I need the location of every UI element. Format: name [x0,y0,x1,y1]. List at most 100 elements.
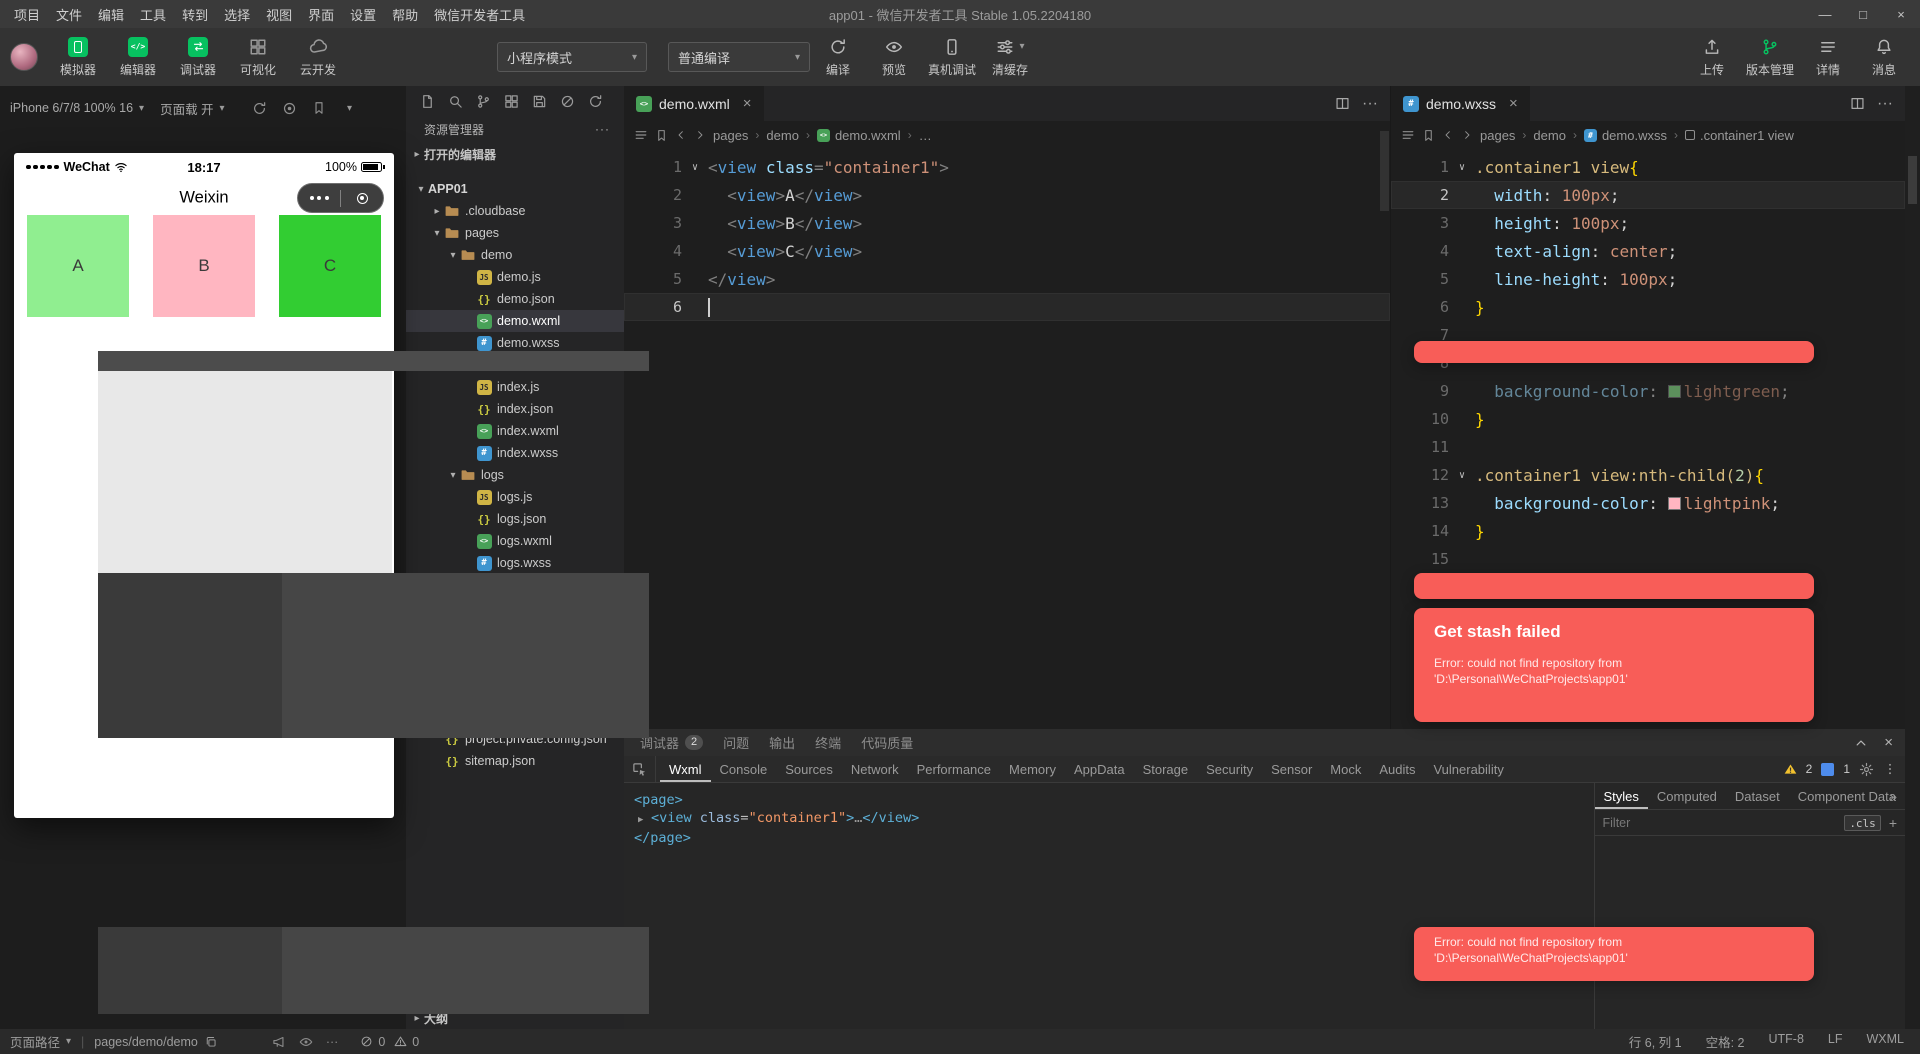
devtools-tab-security[interactable]: Security [1197,756,1262,782]
split-editor-icon[interactable] [1850,96,1865,111]
chevron-down-icon[interactable]: ▾ [446,470,460,481]
toolbar-button-版本管理[interactable]: 版本管理 [1742,31,1798,83]
toolbar-button-编辑器[interactable]: </> 编辑器 [112,31,164,83]
breadcrumb-item-0[interactable]: pages [713,128,748,143]
back-arrow-icon[interactable] [675,129,687,141]
code-line-3[interactable]: 3 height: 100px; [1391,209,1905,237]
scrollbar[interactable] [1380,131,1389,211]
indent-indicator[interactable]: 空格: 2 [1706,1032,1745,1051]
panel-tab-1[interactable]: 问题 [723,733,749,752]
toast-notification-collapsed[interactable] [1414,341,1814,363]
capsule-menu[interactable] [297,183,384,213]
forward-arrow-icon[interactable] [694,129,706,141]
code-line-4[interactable]: 4 <view>C</view> [624,237,1390,265]
disable-icon[interactable] [560,94,575,109]
filter-input[interactable] [1602,815,1743,830]
code-line-2[interactable]: 2 width: 100px; [1391,181,1905,209]
forward-arrow-icon[interactable] [1461,129,1473,141]
tree-item-index.wxml[interactable]: <> index.wxml [406,420,624,442]
menu-item-7[interactable]: 界面 [300,5,342,24]
problems-indicator[interactable]: 0 0 [360,1035,419,1049]
toolbar-button-真机调试[interactable]: 真机调试 [924,31,980,83]
breadcrumb-item-2[interactable]: <> demo.wxml [816,128,901,143]
devtools-tab-console[interactable]: Console [711,756,777,782]
devtools-tab-sources[interactable]: Sources [776,756,842,782]
mode-select[interactable]: 小程序模式 ▾ [497,42,647,72]
devtools-tab-appdata[interactable]: AppData [1065,756,1134,782]
menu-item-9[interactable]: 帮助 [384,5,426,24]
code-line-11[interactable]: 11 [1391,433,1905,461]
devtools-tab-mock[interactable]: Mock [1321,756,1370,782]
extensions-icon[interactable] [504,94,519,109]
tree-item-index.js[interactable]: JS index.js [406,376,624,398]
devtools-tab-network[interactable]: Network [842,756,908,782]
menu-item-6[interactable]: 视图 [258,5,300,24]
tree-item-demo[interactable]: ▾ demo [406,244,624,266]
tree-item-pages[interactable]: ▾ pages [406,222,624,244]
refresh-icon[interactable] [588,94,603,109]
toolbar-button-编译[interactable]: 编译 [812,31,864,83]
panel-tab-4[interactable]: 代码质量 [861,733,913,752]
fold-icon[interactable]: ∨ [1449,162,1475,173]
menu-item-0[interactable]: 项目 [6,5,48,24]
home-icon[interactable] [341,192,383,204]
add-style-icon[interactable]: + [1889,815,1897,831]
refresh-icon[interactable] [252,101,267,116]
feedback-icon[interactable] [272,1035,286,1049]
styles-tab-component-data[interactable]: Component Data [1789,783,1905,809]
chevron-up-icon[interactable] [1854,736,1868,750]
toolbar-button-调试器[interactable]: 调试器 [172,31,224,83]
chevron-right-icon[interactable]: ▸ [430,206,444,217]
panel-tab-0[interactable]: 调试器 2 [640,733,704,752]
code-line-1[interactable]: 1 ∨ <view class="container1"> [624,153,1390,181]
scrollbar-thumb[interactable] [1908,156,1917,204]
devtools-tab-wxml[interactable]: Wxml [660,756,711,782]
toast-notification[interactable]: Get stash failed Error: could not find r… [1414,608,1814,722]
more-icon[interactable]: ··· [1362,95,1378,113]
tree-item-demo.js[interactable]: JS demo.js [406,266,624,288]
fold-icon[interactable]: ∨ [682,162,708,173]
menu-item-3[interactable]: 工具 [132,5,174,24]
code-line-3[interactable]: 3 <view>B</view> [624,209,1390,237]
overflow-chevron-icon[interactable]: » [1890,789,1897,804]
toast-notification-partial[interactable]: Error: could not find repository from 'D… [1414,927,1814,981]
code-line-9[interactable]: 9 background-color: lightgreen; [1391,377,1905,405]
tree-item-demo.json[interactable]: {} demo.json [406,288,624,310]
tree-item-logs[interactable]: ▾ logs [406,464,624,486]
code-line-12[interactable]: 12 ∨ .container1 view:nth-child(2){ [1391,461,1905,489]
close-icon[interactable]: × [743,95,752,112]
breadcrumb-item-3[interactable]: … [919,128,932,143]
fold-icon[interactable]: ∨ [1449,470,1475,481]
code-line-6[interactable]: 6 } [1391,293,1905,321]
more-icon[interactable] [298,196,340,200]
breadcrumb-item-1[interactable]: demo [1533,128,1566,143]
files-icon[interactable] [420,94,435,109]
wxml-tree-node-1[interactable]: ▶ <view class="container1">…</view> [634,809,1594,829]
breadcrumb-item-0[interactable]: pages [1480,128,1515,143]
minimize-button[interactable]: — [1806,0,1844,28]
info-badge-icon[interactable] [1821,762,1835,776]
code-line-1[interactable]: 1 ∨ .container1 view{ [1391,153,1905,181]
code-line-2[interactable]: 2 <view>A</view> [624,181,1390,209]
save-all-icon[interactable] [532,94,547,109]
panel-tab-2[interactable]: 输出 [769,733,795,752]
breadcrumb-item-2[interactable]: # demo.wxss [1583,128,1667,143]
cls-button[interactable]: .cls [1844,814,1881,831]
toolbar-button-可视化[interactable]: 可视化 [232,31,284,83]
code-line-10[interactable]: 10 } [1391,405,1905,433]
code-line-6[interactable]: 6 [624,293,1390,321]
styles-tab-computed[interactable]: Computed [1648,783,1726,809]
tree-item-logs.wxss[interactable]: # logs.wxss [406,552,624,574]
cursor-position[interactable]: 行 6, 列 1 [1629,1032,1682,1051]
toast-notification-collapsed[interactable] [1414,573,1814,599]
page-reload-toggle[interactable]: 页面载 开 ▾ [160,99,225,118]
more-icon[interactable]: ··· [326,1035,339,1049]
breadcrumb-item-3[interactable]: .container1 view [1684,128,1794,143]
toolbar-button-清缓存[interactable]: ▾ 清缓存 [984,31,1036,83]
warning-count[interactable]: 2 [1806,762,1813,776]
tree-item-logs.json[interactable]: {} logs.json [406,508,624,530]
menu-item-4[interactable]: 转到 [174,5,216,24]
compile-select[interactable]: 普通编译 ▾ [668,42,810,72]
close-button[interactable]: × [1882,0,1920,28]
devtools-tab-audits[interactable]: Audits [1370,756,1424,782]
